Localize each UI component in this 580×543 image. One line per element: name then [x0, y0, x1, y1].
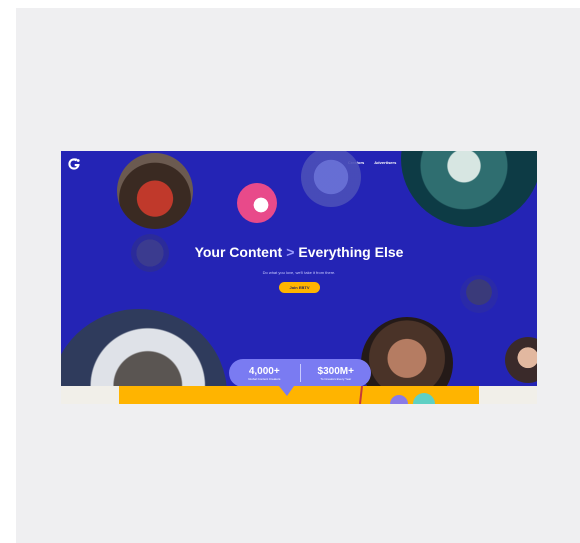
bottom-band: [61, 386, 537, 404]
stat-payout-label: To Creators Every Year: [320, 376, 352, 381]
creator-photo-bottom-right: [505, 337, 537, 383]
stats-pill: 4,000+ Global Content Creators $300M+ To…: [229, 359, 371, 386]
logo-icon[interactable]: [67, 157, 81, 171]
creator-photo-top-left: [117, 153, 193, 229]
stat-creators-label: Global Content Creators: [248, 376, 281, 381]
join-button[interactable]: Join EBTV: [279, 282, 320, 293]
decor-circle-teal: [413, 393, 435, 404]
decor-line: [359, 386, 363, 404]
starburst-shape: [279, 386, 294, 396]
creator-photo-bottom-left: [61, 309, 227, 386]
stat-payout: $300M+ To Creators Every Year: [301, 366, 372, 381]
creator-photo-cartoon: [237, 183, 277, 223]
creator-photo-top-center: [301, 151, 361, 207]
strip-decor: [279, 386, 435, 404]
hero-subtitle: Do what you love, we'll take it from the…: [262, 270, 336, 275]
stat-creators: 4,000+ Global Content Creators: [229, 366, 300, 381]
hero-headline: Your Content > Everything Else: [61, 244, 537, 260]
stat-creators-value: 4,000+: [248, 365, 280, 377]
creator-photo-bottom-center: [361, 317, 453, 386]
headline-right: Everything Else: [298, 244, 404, 260]
decor-circle-purple: [390, 395, 408, 404]
headline-left: Your Content: [194, 244, 283, 260]
hero-section: Creators Advertisers Media Companies Abo…: [61, 151, 537, 386]
chevron-right-icon: >: [286, 244, 295, 260]
stat-payout-value: $300M+: [317, 365, 354, 377]
nav-advertisers[interactable]: Advertisers: [374, 160, 396, 165]
fabric-photo-top-right: [401, 151, 537, 227]
creator-photo-right-small: [460, 275, 498, 313]
yellow-strip: [119, 386, 479, 404]
